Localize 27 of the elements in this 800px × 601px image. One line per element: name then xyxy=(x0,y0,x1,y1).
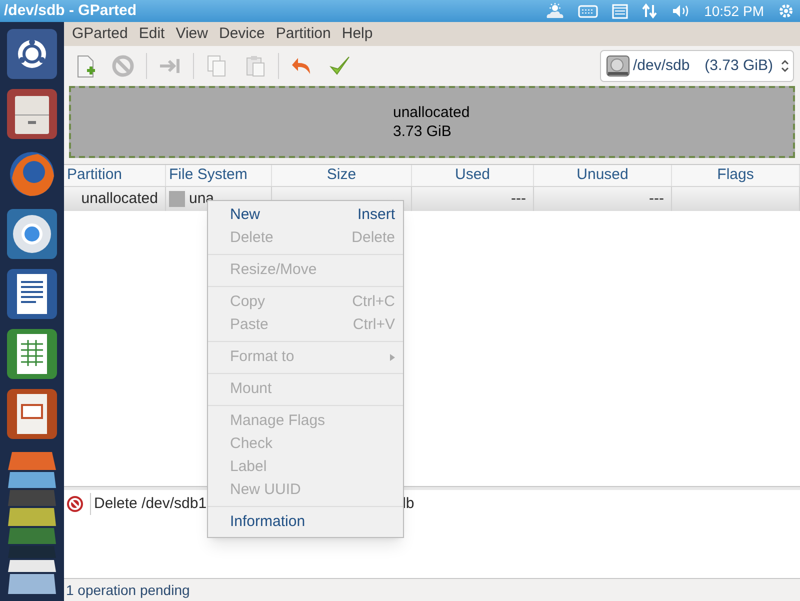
menu-item[interactable]: Device xyxy=(214,22,270,46)
column-header[interactable]: Flags xyxy=(672,165,800,186)
table-cell-text: unallocated xyxy=(81,188,158,209)
menu-item[interactable]: Help xyxy=(336,22,378,46)
table-cell-text: --- xyxy=(649,188,664,209)
table-cell-text: --- xyxy=(511,188,526,209)
device-name: /dev/sdb xyxy=(633,56,690,76)
column-header[interactable]: Size xyxy=(272,165,412,186)
column-header[interactable]: File System xyxy=(166,165,272,186)
disk-map[interactable]: unallocated 3.73 GiB xyxy=(69,86,795,158)
menu-item[interactable]: Edit xyxy=(134,22,170,46)
shortcut-text: Ctrl+C xyxy=(352,292,395,312)
device-size: (3.73 GiB) xyxy=(704,56,773,76)
menu-item[interactable]: View xyxy=(170,22,213,46)
shortcut-text: Ctrl+V xyxy=(352,315,395,336)
menu-item[interactable]: Partition xyxy=(270,22,336,46)
column-header[interactable]: Unused xyxy=(534,165,672,186)
disk-map-label: unallocated xyxy=(393,103,471,122)
status-text: 1 operation pending xyxy=(66,580,190,600)
disk-map-size: 3.73 GiB xyxy=(393,122,452,141)
device-selector[interactable]: /dev/sdb (3.73 GiB) xyxy=(600,50,794,82)
menu-item[interactable]: Information xyxy=(208,511,403,534)
menu-item[interactable]: GParted xyxy=(67,22,133,46)
column-header[interactable]: Partition xyxy=(64,165,166,186)
shortcut-text: Delete xyxy=(352,228,395,248)
column-header[interactable]: Used xyxy=(412,165,534,186)
window-title: /dev/sdb - GParted xyxy=(3,0,137,21)
